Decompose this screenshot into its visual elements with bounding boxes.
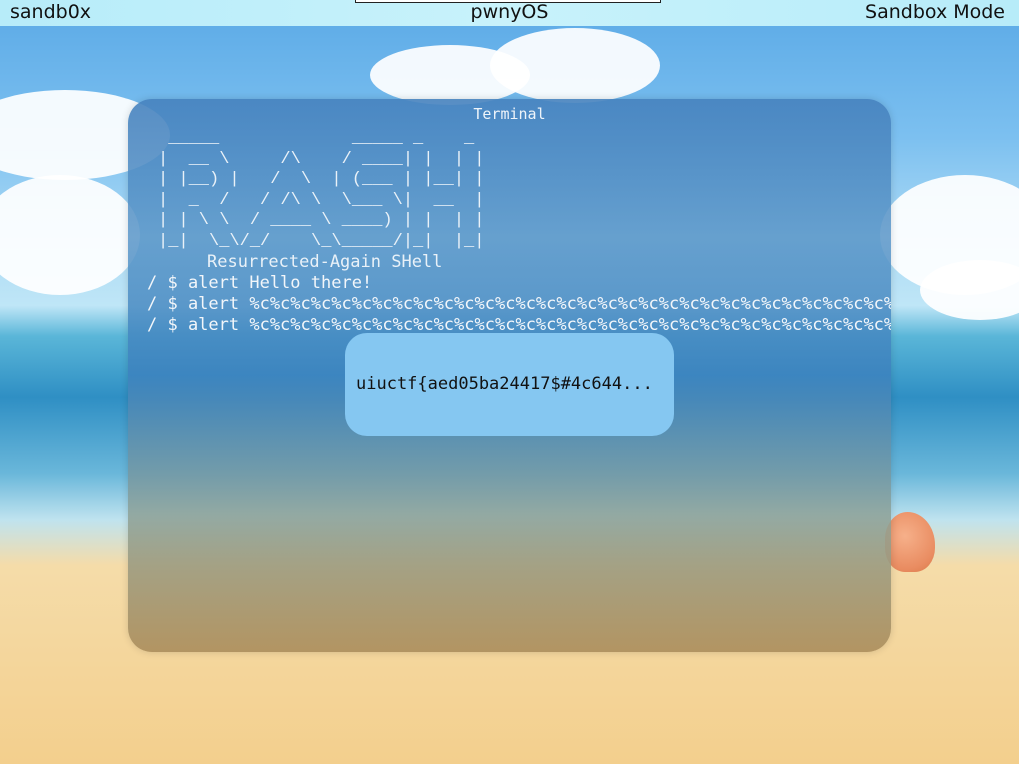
alert-message: uiuctf{aed05ba24417$#4c644... bbox=[356, 374, 653, 394]
seashell-decoration bbox=[885, 512, 935, 572]
terminal-line: / $ alert Hello there! bbox=[147, 273, 373, 293]
shell-subtitle: Resurrected-Again SHell bbox=[207, 252, 443, 272]
top-bar: sandb0x pwnyOS Sandbox Mode bbox=[0, 0, 1019, 26]
terminal-line: / $ alert %c%c%c%c%c%c%c%c%c%c%c%c%c%c%c… bbox=[147, 294, 891, 314]
alert-dialog[interactable]: uiuctf{aed05ba24417$#4c644... bbox=[345, 333, 674, 436]
terminal-line: / $ alert %c%c%c%c%c%c%c%c%c%c%c%c%c%c%c… bbox=[147, 315, 891, 335]
cloud-decoration bbox=[920, 260, 1019, 320]
mode-label: Sandbox Mode bbox=[865, 1, 1005, 23]
cloud-decoration bbox=[490, 28, 660, 103]
rash-ascii-logo: _____ _____ _ _ | __ \ /\ / ____| | | | … bbox=[158, 129, 485, 251]
cloud-decoration bbox=[0, 175, 140, 295]
terminal-title: Terminal bbox=[473, 105, 546, 123]
